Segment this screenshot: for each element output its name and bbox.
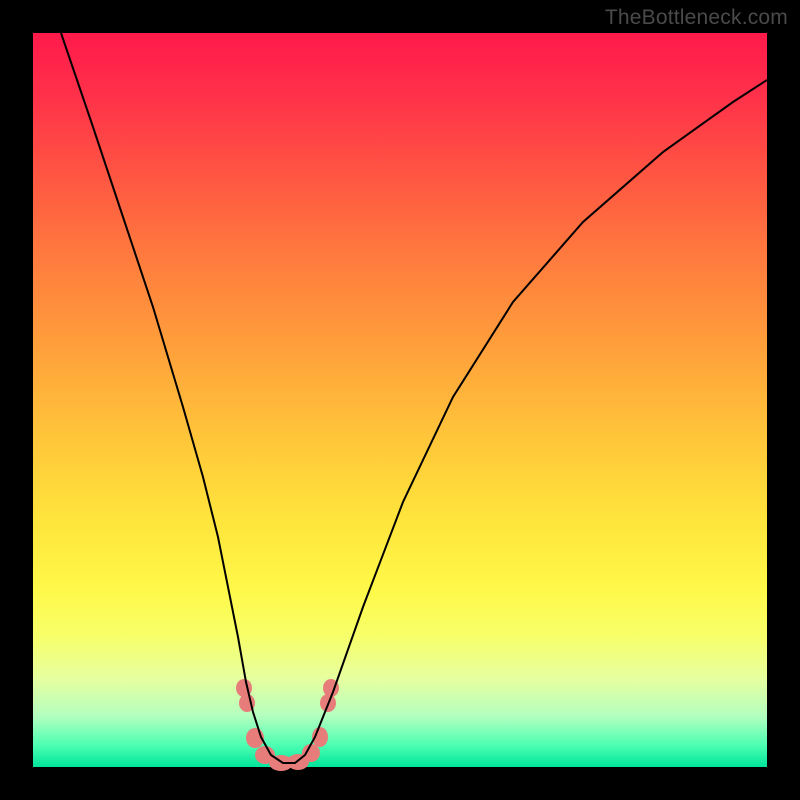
markers-group	[236, 679, 339, 771]
chart-frame: TheBottleneck.com	[0, 0, 800, 800]
curve-marker	[302, 744, 320, 762]
chart-plot-area	[33, 33, 767, 767]
chart-svg	[33, 33, 767, 767]
bottleneck-curve	[61, 33, 767, 763]
watermark-text: TheBottleneck.com	[605, 6, 788, 30]
